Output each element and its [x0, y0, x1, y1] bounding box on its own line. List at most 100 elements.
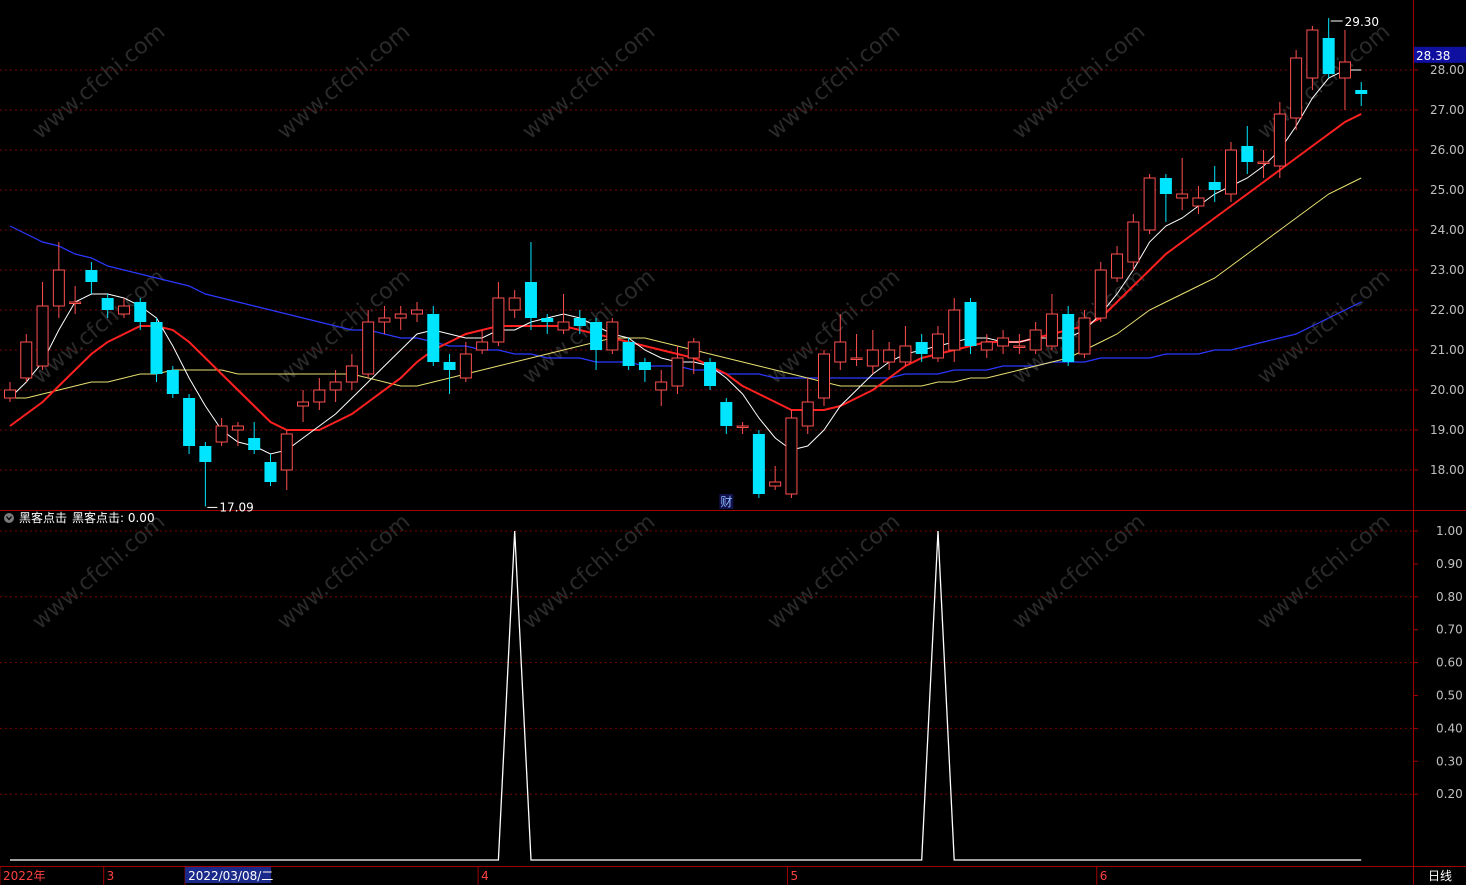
- indicator-tick-label: 0.70: [1436, 623, 1463, 637]
- ma10-line: [9, 113, 1362, 431]
- candle[interactable]: [964, 298, 977, 354]
- candle-body-down: [541, 318, 554, 322]
- candle[interactable]: [736, 422, 749, 434]
- candle[interactable]: [1013, 334, 1026, 354]
- candle[interactable]: [1225, 142, 1237, 202]
- candle-body-up: [931, 333, 944, 359]
- watermark-text: www.cfchi.com: [763, 264, 905, 389]
- watermark-text: www.cfchi.com: [28, 509, 170, 634]
- candle[interactable]: [638, 358, 651, 382]
- candle[interactable]: [427, 306, 440, 366]
- candle[interactable]: [166, 366, 179, 398]
- candle[interactable]: [785, 410, 798, 498]
- candle[interactable]: [1257, 150, 1270, 178]
- candle-body-up: [1176, 193, 1189, 199]
- candle[interactable]: [1290, 50, 1303, 130]
- candle[interactable]: [4, 382, 16, 402]
- indicator-tick-label: 0.80: [1436, 590, 1463, 604]
- candle[interactable]: [297, 390, 310, 422]
- candle[interactable]: [1176, 158, 1189, 210]
- candle[interactable]: [1045, 294, 1058, 350]
- candle[interactable]: [231, 422, 244, 446]
- candle-body-down: [101, 298, 114, 310]
- candle-body-down: [199, 446, 212, 462]
- candle[interactable]: [606, 318, 619, 354]
- candlestick-series[interactable]: [4, 18, 1368, 507]
- candle[interactable]: [150, 318, 163, 382]
- candle[interactable]: [1322, 18, 1335, 78]
- candle[interactable]: [1029, 322, 1042, 354]
- candle[interactable]: [818, 350, 830, 406]
- candle-body-down: [524, 282, 537, 318]
- candle[interactable]: [411, 302, 423, 322]
- date-label: 2022/03/08/二: [188, 869, 273, 883]
- candle-body-down: [1241, 146, 1254, 162]
- date-axis: 2022年 3 2022/03/08/二 4 5 6: [0, 866, 1107, 885]
- indicator-header[interactable]: 黑客点击 黑客点击: 0.00: [4, 510, 155, 525]
- candle[interactable]: [899, 326, 912, 366]
- candle[interactable]: [655, 370, 668, 406]
- candle[interactable]: [622, 338, 635, 370]
- indicator-value: 黑客点击: 0.00: [72, 510, 155, 525]
- candle[interactable]: [264, 454, 277, 486]
- candle-body-up: [4, 389, 16, 399]
- candle[interactable]: [524, 242, 537, 330]
- candle[interactable]: [704, 358, 717, 390]
- candle[interactable]: [1111, 246, 1124, 282]
- indicator-tick-label: 0.40: [1436, 721, 1463, 735]
- candle-body-down: [590, 322, 603, 350]
- stock-chart[interactable]: www.cfchi.com www.cfchi.com www.cfchi.com w…: [0, 0, 1466, 885]
- candle[interactable]: [557, 294, 570, 334]
- candle-body-up: [785, 417, 798, 495]
- candle-body-up: [834, 341, 847, 363]
- candle[interactable]: [183, 394, 196, 454]
- candle[interactable]: [459, 342, 472, 382]
- candle[interactable]: [20, 334, 33, 382]
- candle-body-up: [215, 425, 228, 443]
- candle[interactable]: [508, 290, 521, 318]
- candle[interactable]: [883, 342, 896, 370]
- candle[interactable]: [280, 430, 293, 490]
- candle[interactable]: [752, 430, 765, 498]
- candle-body-up: [297, 401, 310, 407]
- candle[interactable]: [1127, 214, 1140, 270]
- candle[interactable]: [36, 282, 49, 370]
- candle-body-up: [313, 389, 326, 403]
- candle[interactable]: [248, 422, 261, 454]
- candle[interactable]: [329, 370, 342, 402]
- candle[interactable]: [720, 398, 733, 434]
- price-tick-label: 20.00: [1430, 383, 1464, 397]
- candle[interactable]: [1062, 306, 1075, 366]
- candle[interactable]: [948, 298, 961, 362]
- candle-body-down: [573, 318, 586, 326]
- event-marker-label[interactable]: 财: [720, 495, 732, 509]
- candle[interactable]: [492, 282, 505, 346]
- candle[interactable]: [931, 326, 944, 362]
- candle-body-up: [1273, 113, 1286, 167]
- candle[interactable]: [801, 378, 814, 434]
- candle[interactable]: [52, 242, 65, 318]
- candle[interactable]: [1241, 126, 1254, 174]
- candle[interactable]: [1355, 82, 1368, 106]
- max-price-label: 29.30: [1345, 15, 1379, 29]
- candle[interactable]: [1143, 174, 1156, 234]
- candle[interactable]: [443, 354, 456, 394]
- candle[interactable]: [1094, 262, 1107, 322]
- candle[interactable]: [215, 418, 228, 446]
- candle-body-up: [1078, 317, 1091, 355]
- candle[interactable]: [476, 330, 489, 354]
- candle[interactable]: [1159, 174, 1172, 222]
- watermark-text: www.cfchi.com: [273, 509, 415, 634]
- candle[interactable]: [345, 354, 358, 390]
- candle-body-up: [883, 349, 896, 363]
- period-label[interactable]: 日线: [1428, 869, 1452, 883]
- candle[interactable]: [313, 378, 326, 410]
- candle[interactable]: [1192, 186, 1205, 214]
- candle[interactable]: [866, 330, 879, 374]
- candle[interactable]: [85, 262, 98, 294]
- indicator-tick-label: 0.30: [1436, 754, 1463, 768]
- chevron-down-icon[interactable]: [4, 513, 14, 523]
- price-tick-label: 18.00: [1430, 463, 1464, 477]
- candle[interactable]: [199, 442, 212, 507]
- candle[interactable]: [1338, 30, 1351, 110]
